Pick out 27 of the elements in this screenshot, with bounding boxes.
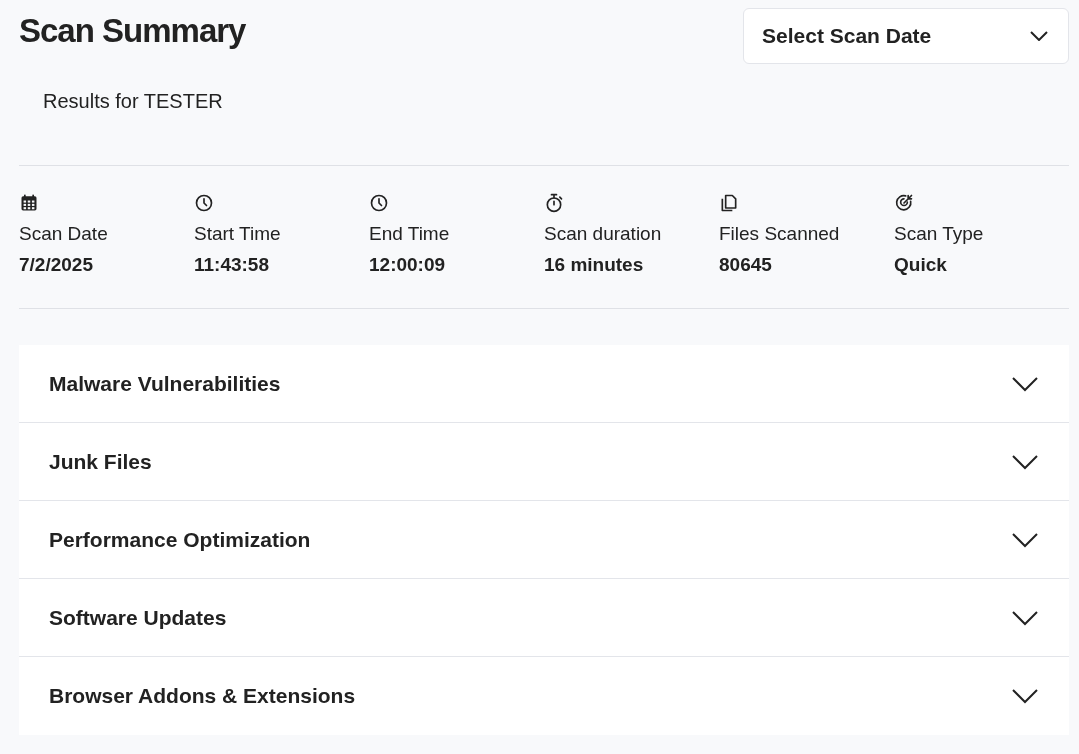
page-title: Scan Summary [19,12,246,50]
stat-label: Scan Type [894,222,985,246]
stat-label: Files Scanned [719,222,841,246]
stat-value: 7/2/2025 [19,253,94,277]
clock-icon [194,193,214,213]
files-icon [719,193,739,213]
chevron-down-icon [1011,688,1039,704]
stat-label: End Time [369,222,451,246]
stat-value: Quick [894,253,948,277]
calendar-icon [19,193,39,213]
chevron-down-icon [1030,31,1048,41]
chevron-down-icon [1011,531,1039,548]
stat-label: Scan duration [544,222,663,246]
chevron-down-icon [1011,375,1039,392]
stat-label: Scan Date [19,222,109,246]
clock-icon [369,193,389,213]
scan-date-dropdown[interactable]: Select Scan Date [743,8,1069,64]
results-subtitle: Results for TESTER [43,90,224,113]
chevron-down-icon [1011,453,1039,470]
stopwatch-icon [544,193,564,213]
stat-value: 12:00:09 [369,253,447,277]
target-icon [894,193,914,213]
stat-label: Start Time [194,222,282,246]
stat-value: 16 minutes [544,253,645,277]
stat-value: 11:43:58 [194,253,270,277]
stat-value: 80645 [719,253,773,277]
chevron-down-icon [1011,609,1039,626]
